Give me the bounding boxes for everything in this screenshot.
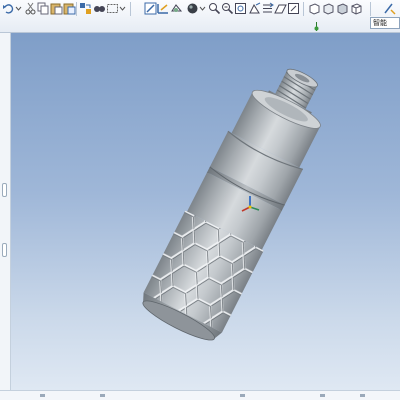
status-indicator-icon [360, 394, 365, 397]
cut-icon[interactable] [24, 2, 37, 15]
regenerate-icon[interactable] [79, 2, 92, 15]
paste-icon[interactable] [50, 2, 63, 15]
repaint-icon[interactable] [144, 2, 157, 15]
undo-icon[interactable] [2, 2, 15, 15]
datum-axes-icon[interactable] [287, 2, 300, 15]
select-box-icon[interactable] [106, 2, 119, 15]
toolbar-separator [130, 2, 131, 16]
status-indicator-icon [100, 394, 105, 397]
display-style-icon[interactable] [186, 2, 199, 15]
toolbar-separator [76, 2, 77, 16]
chevron-down-icon[interactable] [15, 2, 22, 15]
shaded-view-icon[interactable] [336, 2, 349, 15]
model-render [136, 54, 344, 348]
saved-views-icon[interactable] [170, 2, 183, 15]
part-body[interactable] [136, 54, 344, 348]
status-indicator-icon [320, 394, 325, 397]
wireframe-view-icon[interactable] [350, 2, 363, 15]
find-icon[interactable] [93, 2, 106, 15]
selection-filter-dropdown[interactable]: 智能 [370, 17, 400, 29]
main-toolbar: 智能 [0, 0, 400, 33]
datum-points-icon[interactable] [308, 2, 321, 15]
chevron-down-icon[interactable] [199, 2, 206, 15]
orient-icon[interactable] [157, 2, 170, 15]
annotations-icon[interactable] [383, 2, 396, 15]
sash-handle-icon[interactable] [2, 243, 7, 257]
datum-planes-icon[interactable] [274, 2, 287, 15]
copy-icon[interactable] [37, 2, 50, 15]
csys-icon[interactable] [322, 2, 335, 15]
status-indicator-icon [240, 394, 245, 397]
status-bar [0, 390, 400, 400]
refit-icon[interactable] [234, 2, 247, 15]
selection-status-icon [312, 17, 321, 31]
layers-icon[interactable] [261, 2, 274, 15]
zoom-in-icon[interactable] [208, 2, 221, 15]
sash-handle-icon[interactable] [2, 183, 7, 197]
toolbar-separator [370, 2, 371, 16]
status-indicator-icon [40, 394, 45, 397]
graphics-window[interactable] [11, 33, 400, 390]
toolbar-separator [303, 2, 304, 16]
zoom-out-icon[interactable] [221, 2, 234, 15]
navigator-sash[interactable] [0, 33, 11, 390]
chevron-down-icon[interactable] [119, 2, 126, 15]
paste-special-icon[interactable] [63, 2, 76, 15]
pan-icon[interactable] [248, 2, 261, 15]
